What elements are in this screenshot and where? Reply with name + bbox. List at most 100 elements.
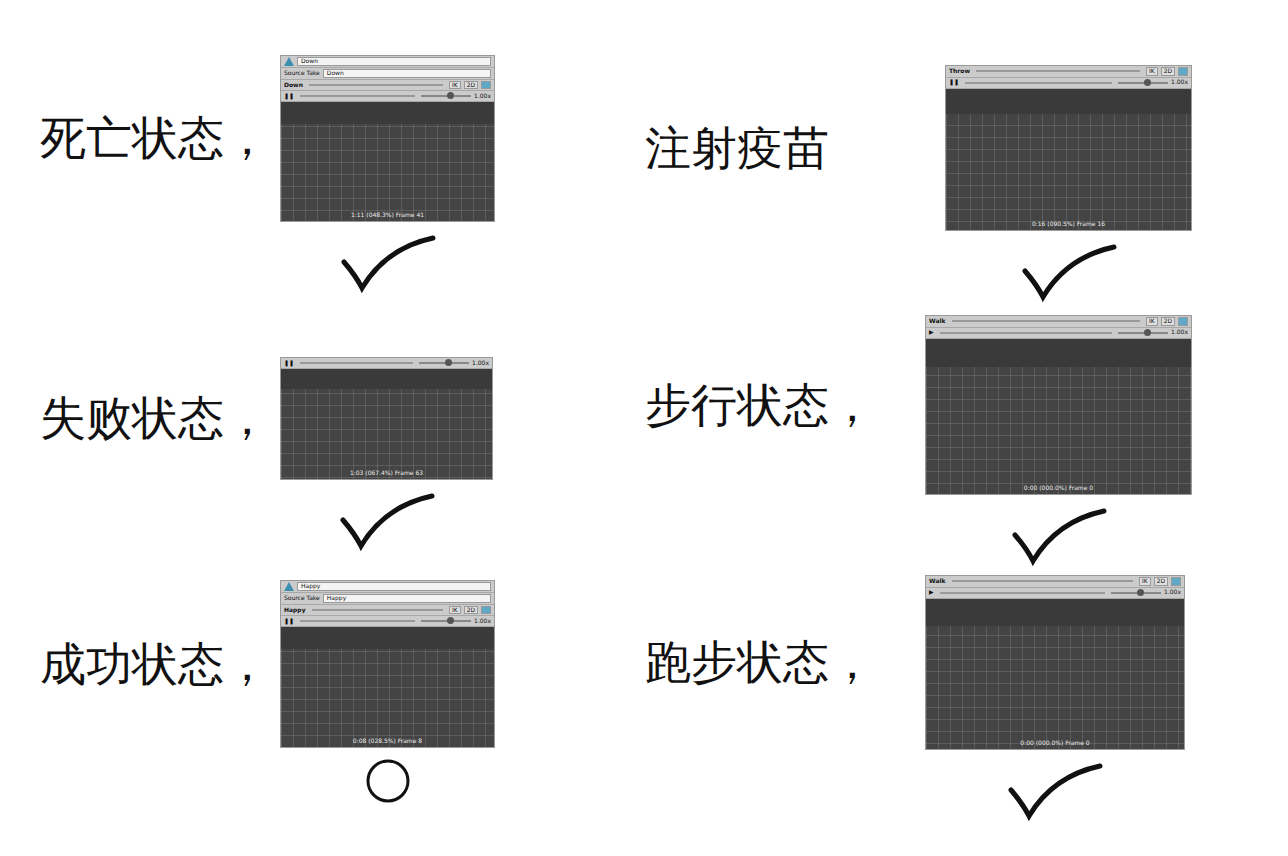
playback-track [300, 362, 413, 364]
speed-knob[interactable] [447, 617, 454, 624]
state-entry: 跑步状态， Walk IK2D ▶1.00x 0:00 (000.0%) Frame … [645, 575, 1288, 822]
animation-preview-window: Walk IK2D ▶1.00x 0:00 (000.0%) Frame 0 [925, 575, 1185, 750]
playback-bar: ▶1.00x [926, 588, 1184, 599]
speed-value: 1.00x [1171, 79, 1188, 86]
viewport-sky [281, 369, 492, 389]
check-mark-icon [1009, 505, 1109, 567]
source-take-dropdown[interactable]: Happy [323, 594, 491, 603]
clip-title: Down [284, 82, 303, 89]
name-bar: Down [281, 56, 494, 68]
tool-button[interactable]: 2D [1161, 67, 1175, 76]
animation-preview-window: ❚❚ 1.00x 1:03 (067.4%) Frame 63 [280, 357, 493, 480]
tool-button[interactable]: 2D [464, 606, 478, 615]
speed-knob[interactable] [1144, 329, 1151, 336]
timeline-track [312, 609, 443, 611]
viewport-sky [281, 102, 494, 123]
playback-track [965, 82, 1112, 84]
state-label: 步行状态， [645, 315, 925, 495]
state-label: 死亡状态， [40, 55, 280, 222]
tool-button[interactable]: 2D [1154, 577, 1168, 586]
avatar-button[interactable] [481, 81, 491, 90]
clip-title: Walk [929, 318, 946, 325]
state-column: 注射疫苗ThrowIK2D ❚❚1.00x0:16 (090.5%) Frame… [645, 65, 1288, 856]
play-button[interactable]: ❚❚ [284, 360, 294, 367]
speed-slider[interactable] [1118, 82, 1168, 84]
preview-toolbar: Happy IK2D [281, 605, 494, 617]
check-mark-icon [338, 232, 438, 294]
preview-stack: DownSource TakeDownDownIK2D ❚❚1.00x1:11 … [280, 55, 495, 294]
speed-knob[interactable] [445, 359, 452, 366]
tool-button[interactable]: IK [1146, 67, 1158, 76]
avatar-button[interactable] [1178, 317, 1188, 326]
state-entry: 步行状态， Walk IK2D ▶ 1.00x 0:00 (000.0%) Frame … [645, 315, 1288, 575]
speed-knob[interactable] [1144, 79, 1151, 86]
playback-track [940, 332, 1112, 334]
speed-value: 1.00x [474, 93, 491, 100]
play-button[interactable]: ❚❚ [284, 618, 294, 625]
avatar-button[interactable] [481, 606, 491, 615]
preview-stack: Walk IK2D ▶1.00x 0:00 (000.0%) Frame 0 [925, 575, 1185, 822]
speed-slider[interactable] [421, 95, 471, 97]
frame-readout: 0:16 (090.5%) Frame 16 [946, 219, 1191, 228]
tool-button[interactable]: 2D [1161, 317, 1175, 326]
clip-name-field[interactable]: Happy [297, 582, 491, 591]
speed-knob[interactable] [1137, 589, 1144, 596]
playback-bar: ❚❚ 1.00x [946, 78, 1191, 89]
animation-preview-window: HappySource TakeHappyHappyIK2D ❚❚1.00x0:… [280, 580, 495, 748]
preview-toolbar: Walk IK2D [926, 316, 1191, 328]
check-mark-icon [1019, 241, 1119, 303]
preview-toolbar: Down IK2D [281, 80, 494, 92]
tool-button[interactable]: IK [449, 606, 461, 615]
clip-title: Walk [929, 578, 946, 585]
timeline-track [976, 70, 1140, 72]
speed-slider[interactable] [419, 362, 469, 364]
source-take-dropdown[interactable]: Down [323, 69, 491, 78]
speed-slider[interactable] [1111, 592, 1161, 594]
speed-value: 1.00x [472, 360, 489, 367]
play-button[interactable]: ▶ [929, 589, 934, 596]
playback-track [300, 95, 415, 97]
preview-viewport: 1:11 (048.3%) Frame 41 [281, 102, 494, 221]
clip-name-field[interactable]: Down [297, 57, 491, 66]
source-take-label: Source Take [284, 70, 320, 77]
animation-preview-window: ThrowIK2D ❚❚1.00x0:16 (090.5%) Frame 16 [945, 65, 1192, 231]
timeline-track [952, 580, 1134, 582]
playback-bar: ❚❚ 1.00x [281, 358, 492, 369]
speed-knob[interactable] [447, 92, 454, 99]
speed-slider[interactable] [1118, 332, 1168, 334]
preview-viewport: 0:00 (000.0%) Frame 0 [926, 599, 1184, 749]
preview-stack: HappySource TakeHappyHappyIK2D ❚❚1.00x0:… [280, 580, 495, 804]
frame-readout: 0:08 (028.5%) Frame 8 [281, 736, 494, 745]
state-label: 失败状态， [40, 357, 280, 480]
tool-button[interactable]: IK [1146, 317, 1158, 326]
state-entry: 成功状态，HappySource TakeHappyHappyIK2D ❚❚1.… [40, 580, 645, 804]
play-button[interactable]: ▶ [929, 329, 934, 336]
source-take-bar: Source TakeHappy [281, 593, 494, 605]
clip-title: Happy [284, 607, 306, 614]
viewport-sky [946, 89, 1191, 114]
viewport-sky [926, 339, 1191, 367]
playback-bar: ▶ 1.00x [926, 328, 1191, 339]
tool-button[interactable]: IK [1139, 577, 1151, 586]
circle-mark-icon [365, 758, 411, 804]
state-column: 死亡状态，DownSource TakeDownDownIK2D ❚❚1.00x… [40, 55, 645, 856]
speed-slider[interactable] [421, 620, 471, 622]
preview-viewport: 0:00 (000.0%) Frame 0 [926, 339, 1191, 494]
frame-readout: 0:00 (000.0%) Frame 0 [926, 483, 1191, 492]
source-take-bar: Source TakeDown [281, 68, 494, 80]
source-take-label: Source Take [284, 595, 320, 602]
animation-preview-window: DownSource TakeDownDownIK2D ❚❚1.00x1:11 … [280, 55, 495, 222]
tool-button[interactable]: IK [449, 81, 461, 90]
avatar-button[interactable] [1178, 67, 1188, 76]
preview-viewport: 1:03 (067.4%) Frame 63 [281, 369, 492, 479]
tool-button[interactable]: 2D [464, 81, 478, 90]
avatar-button[interactable] [1171, 577, 1181, 586]
viewport-sky [926, 599, 1184, 626]
frame-readout: 0:00 (000.0%) Frame 0 [926, 738, 1184, 747]
speed-value: 1.00x [1171, 329, 1188, 336]
preview-toolbar: Walk IK2D [926, 576, 1184, 588]
play-button[interactable]: ❚❚ [284, 93, 294, 100]
state-label: 跑步状态， [645, 575, 925, 750]
play-button[interactable]: ❚❚ [949, 79, 959, 86]
check-mark-icon [1005, 760, 1105, 822]
